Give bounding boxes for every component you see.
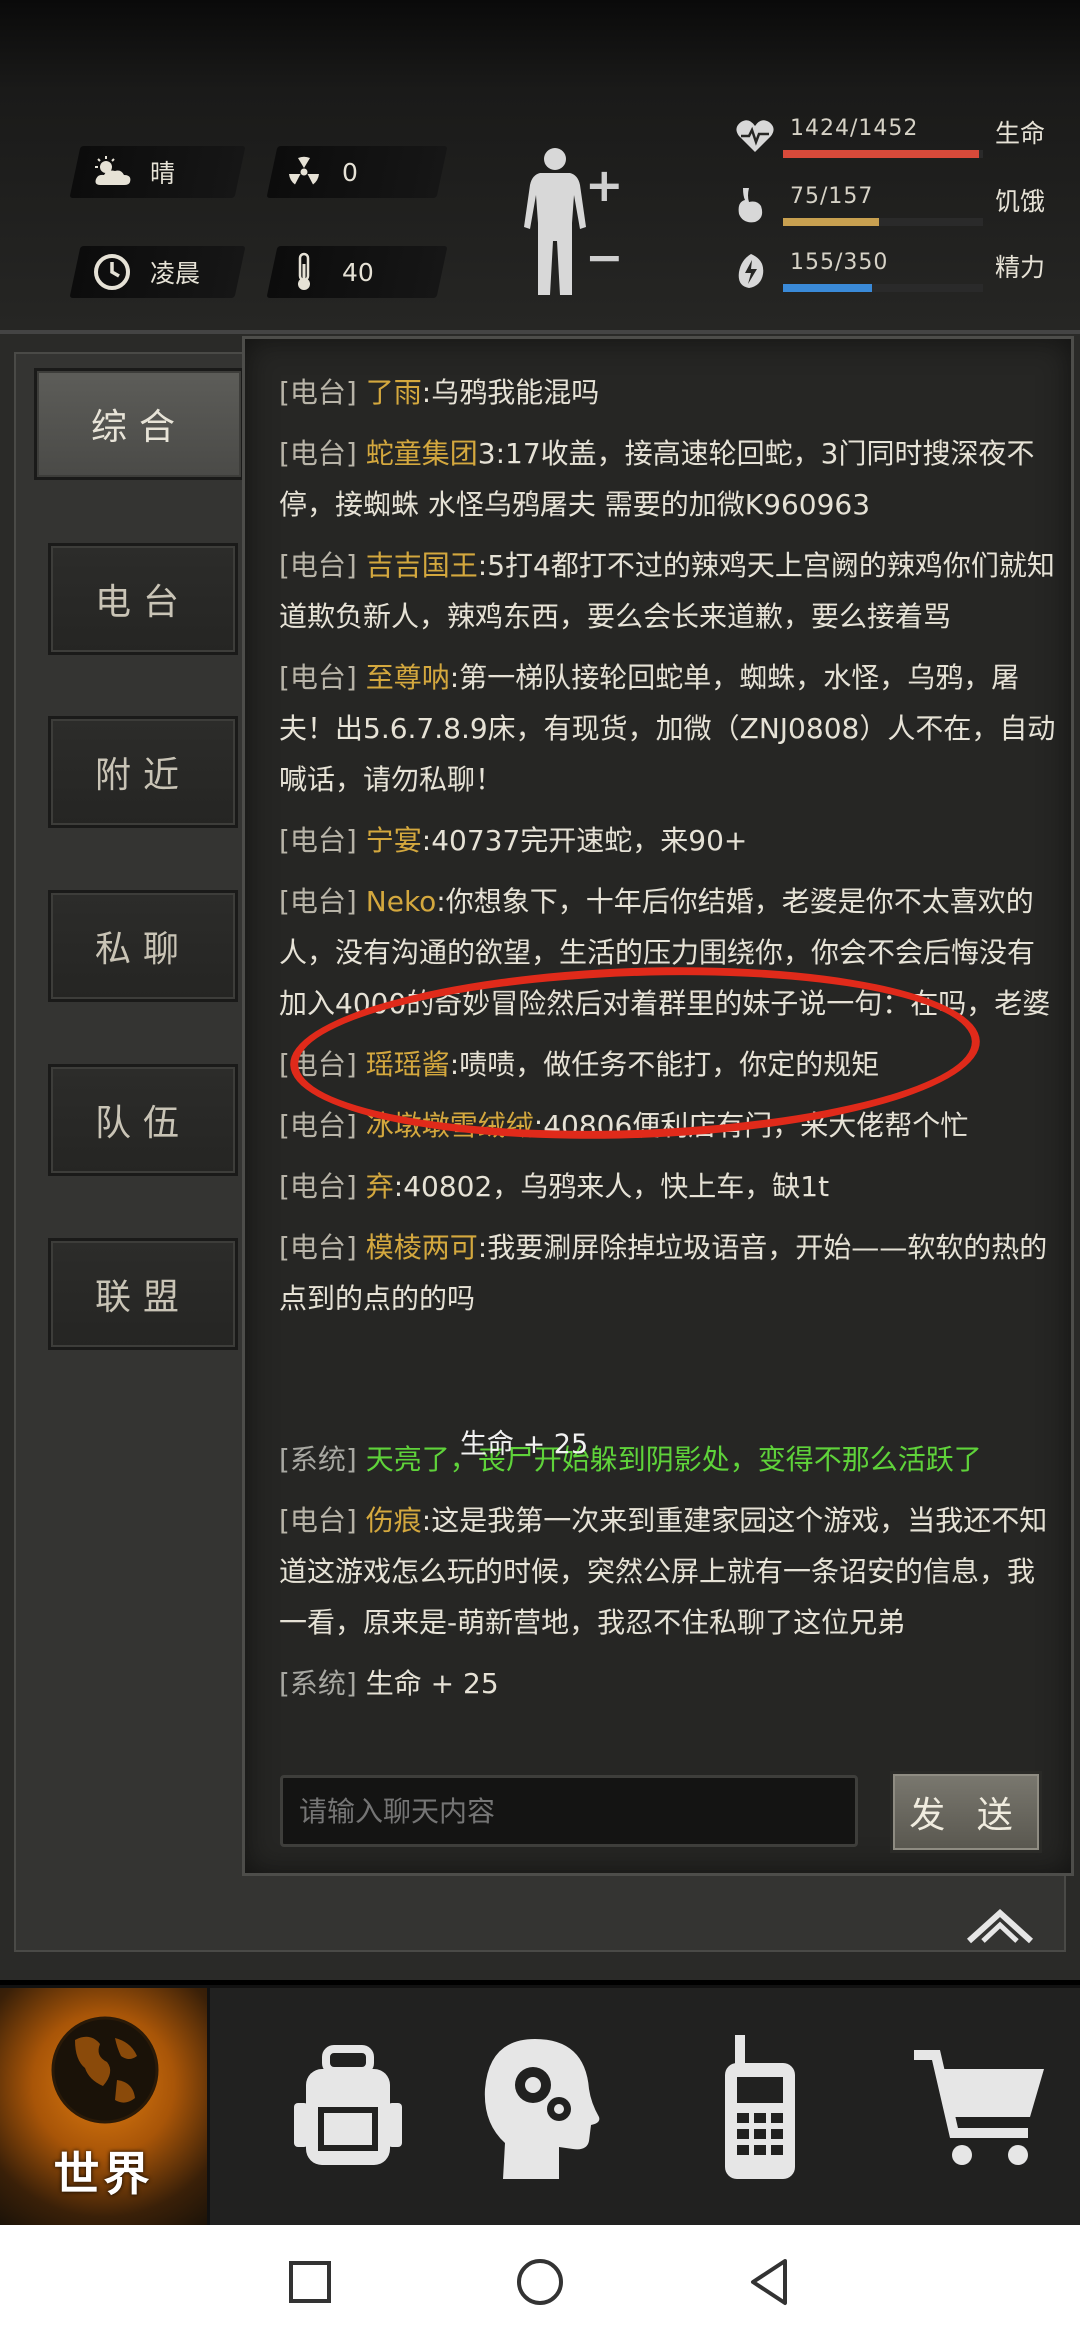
chat-username[interactable]: Neko bbox=[366, 885, 437, 918]
health-value: 1424/1452 bbox=[790, 116, 919, 141]
chat-message: [电台] 吉吉国王:5打4都打不过的辣鸡天上宫阙的辣鸡你们就知道欺负新人，辣鸡东… bbox=[279, 549, 1055, 633]
weather-value: 晴 bbox=[150, 159, 176, 188]
chat-message: [电台] 模棱两可:我要涮屏除掉垃圾语音，开始——软软的热的点到的点的的吗 bbox=[279, 1231, 1048, 1315]
bottom-nav: 世界 bbox=[0, 1985, 1080, 2228]
chat-message: [电台] 宁宴:40737完开速蛇，来90+ bbox=[279, 824, 748, 857]
chat-username[interactable]: 伤痕 bbox=[366, 1504, 422, 1537]
circle-icon bbox=[517, 2259, 563, 2305]
collapse-chevron-icon[interactable] bbox=[965, 1905, 1035, 1945]
hunger-value: 75/157 bbox=[790, 184, 874, 209]
stomach-icon bbox=[735, 186, 775, 226]
plus-icon[interactable]: + bbox=[585, 158, 624, 212]
health-label: 生命 bbox=[994, 119, 1045, 148]
system-message: [系统] 生命 + 25 bbox=[279, 1667, 499, 1700]
globe-icon bbox=[51, 2016, 159, 2124]
recent-apps-button[interactable] bbox=[285, 2257, 335, 2307]
energy-bar-fill bbox=[783, 284, 872, 292]
tab-general[interactable]: 综合 bbox=[34, 368, 244, 480]
hunger-label: 饥饿 bbox=[994, 187, 1045, 216]
system-navigation-bar bbox=[0, 2225, 1080, 2340]
back-button[interactable] bbox=[745, 2257, 795, 2307]
tab-radio[interactable]: 电台 bbox=[48, 543, 238, 655]
hunger-bar bbox=[783, 218, 983, 226]
time-stat: 凌晨 bbox=[88, 246, 200, 298]
chat-username[interactable]: 吉吉国王 bbox=[366, 549, 478, 582]
tab-team[interactable]: 队伍 bbox=[48, 1064, 238, 1176]
head-gears-icon bbox=[484, 2039, 600, 2179]
radiation-stat: 0 bbox=[280, 146, 358, 198]
triangle-back-icon bbox=[751, 2259, 787, 2305]
chat-username[interactable]: 蛇童集团 bbox=[366, 437, 478, 470]
chat-message: [电台] 弃:40802，乌鸦来人，快上车，缺1t bbox=[279, 1170, 830, 1203]
vital-energy: 155/350 精力 bbox=[735, 246, 1055, 296]
backpack-icon bbox=[294, 2045, 402, 2165]
send-button[interactable]: 发 送 bbox=[890, 1771, 1042, 1853]
minus-icon[interactable]: − bbox=[585, 230, 624, 284]
system-message: [系统] 天亮了，丧尸开始躲到阴影处，变得不那么活跃了 bbox=[279, 1443, 982, 1476]
tab-nearby[interactable]: 附近 bbox=[48, 716, 238, 828]
status-bar: 晴 0 凌晨 40 + − 1424/1452 生命 75/157 饥饿 155… bbox=[0, 0, 1080, 330]
heart-icon bbox=[735, 118, 775, 158]
square-icon bbox=[289, 2261, 331, 2303]
nav-world[interactable]: 世界 bbox=[0, 1988, 210, 2228]
chat-message: [电台] 了雨:乌鸦我能混吗 bbox=[279, 376, 600, 409]
health-bar bbox=[783, 150, 983, 158]
chat-message: [电台] 蛇童集团3:17收盖，接高速轮回蛇，3门同时搜深夜不停，接蜘蛛 水怪乌… bbox=[279, 437, 1035, 521]
hunger-bar-fill bbox=[783, 218, 879, 226]
time-value: 凌晨 bbox=[150, 259, 201, 288]
temperature-stat: 40 bbox=[280, 246, 374, 298]
nav-backpack[interactable] bbox=[248, 1988, 448, 2228]
temperature-value: 40 bbox=[342, 257, 374, 287]
chat-message: [电台] 至尊呐:第一梯队接轮回蛇单，蜘蛛，水怪，乌鸦，屠夫！出5.6.7.8.… bbox=[279, 661, 1056, 796]
chat-username[interactable]: 至尊呐 bbox=[366, 661, 450, 694]
chat-input[interactable] bbox=[280, 1775, 858, 1847]
clock-icon bbox=[88, 248, 136, 296]
health-bar-fill bbox=[783, 150, 979, 158]
nav-world-label: 世界 bbox=[53, 2147, 154, 2201]
energy-value: 155/350 bbox=[790, 250, 889, 275]
weather-stat: 晴 bbox=[88, 146, 175, 198]
weather-sun-cloud-icon bbox=[88, 148, 136, 196]
tab-private[interactable]: 私聊 bbox=[48, 890, 238, 1002]
radiation-value: 0 bbox=[342, 157, 358, 187]
nav-skills[interactable] bbox=[440, 1988, 640, 2228]
chat-username[interactable]: 宁宴 bbox=[366, 824, 422, 857]
chat-username[interactable]: 了雨 bbox=[366, 376, 422, 409]
chat-username[interactable]: 弃 bbox=[366, 1170, 394, 1203]
energy-icon bbox=[735, 252, 775, 292]
vital-hunger: 75/157 饥饿 bbox=[735, 180, 1055, 230]
energy-bar bbox=[783, 284, 983, 292]
chat-username[interactable]: 模棱两可 bbox=[366, 1231, 478, 1264]
walkie-talkie-icon bbox=[725, 2035, 795, 2179]
radiation-icon bbox=[280, 148, 328, 196]
nav-radio[interactable] bbox=[660, 1988, 860, 2228]
home-button[interactable] bbox=[515, 2257, 565, 2307]
vital-health: 1424/1452 生命 bbox=[735, 112, 1055, 162]
shopping-cart-icon bbox=[914, 2050, 1044, 2165]
nav-shop[interactable] bbox=[880, 1988, 1080, 2228]
floating-health-gain: 生命 + 25 bbox=[460, 1429, 589, 1460]
tab-alliance[interactable]: 联盟 bbox=[48, 1238, 238, 1350]
thermometer-icon bbox=[280, 248, 328, 296]
chat-message: [电台] 伤痕:这是我第一次来到重建家园这个游戏，当我还不知道这游戏怎么玩的时候… bbox=[279, 1504, 1048, 1639]
body-silhouette-icon bbox=[524, 148, 586, 295]
energy-label: 精力 bbox=[994, 253, 1045, 282]
